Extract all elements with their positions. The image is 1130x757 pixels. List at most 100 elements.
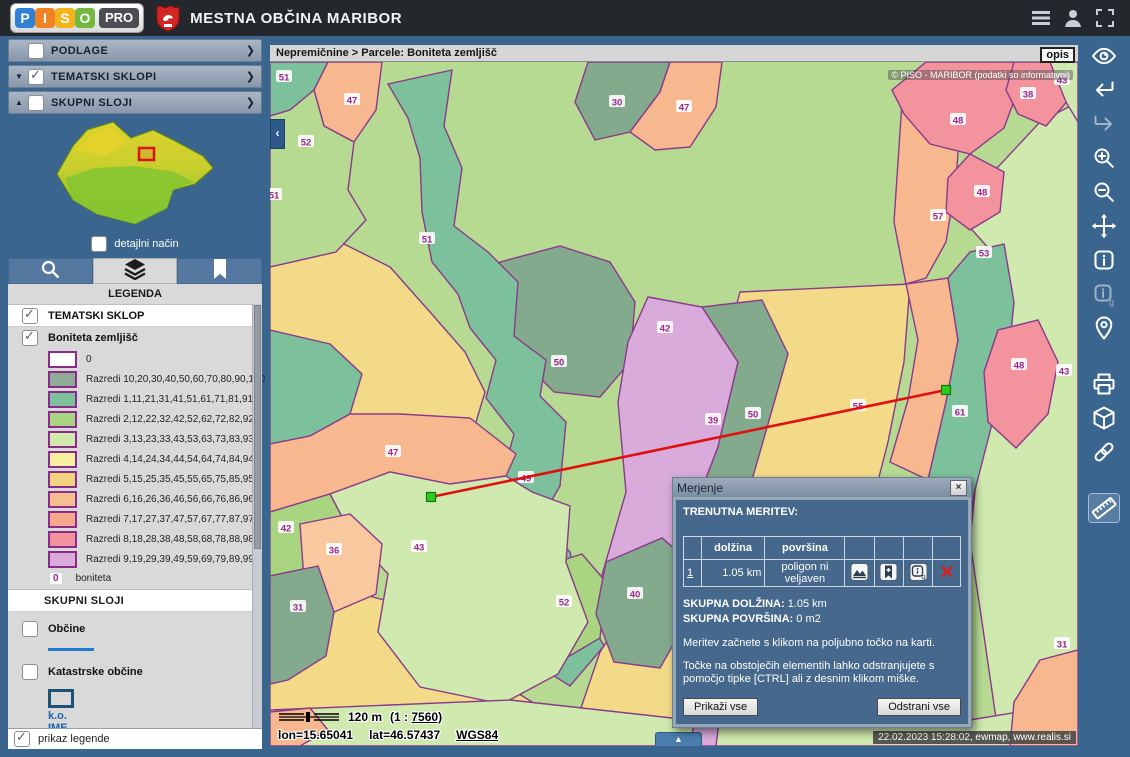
back-icon[interactable] bbox=[1089, 76, 1119, 104]
accordion-checkbox[interactable] bbox=[28, 43, 44, 59]
measure-hint-2: Točke na obstoječih elementih lahko odst… bbox=[683, 660, 961, 686]
shared-layer-checkbox[interactable] bbox=[22, 621, 38, 637]
search-tab[interactable] bbox=[8, 258, 93, 284]
close-icon[interactable]: × bbox=[950, 480, 967, 496]
legend-item-label: Razredi 10,20,30,40,50,60,70,80,90,100 bbox=[86, 374, 265, 385]
pan-icon[interactable] bbox=[1089, 212, 1119, 240]
scale-ratio-link[interactable]: 7560 bbox=[411, 710, 438, 724]
parcel-label: 31 bbox=[290, 600, 306, 614]
breadcrumb: Nepremičnine > Parcele: Boniteta zemljiš… bbox=[270, 45, 1078, 62]
scale-ratio: (1 : 7560) bbox=[390, 710, 442, 724]
svg-text:48: 48 bbox=[977, 188, 988, 199]
profile-icon[interactable] bbox=[845, 560, 874, 587]
svg-text:50: 50 bbox=[748, 410, 759, 421]
measure-col-header: dolžina bbox=[701, 537, 765, 560]
legend-item: Razredi 5,15,25,35,45,55,65,75,85,95 bbox=[8, 469, 262, 489]
legend-title: LEGENDA bbox=[8, 284, 262, 305]
legend-item-label: Razredi 6,16,26,36,46,56,66,76,86,96 bbox=[86, 494, 254, 505]
legend-scrollbar[interactable] bbox=[252, 304, 262, 736]
chevron-right-icon: ❯ bbox=[246, 44, 255, 57]
datum-link[interactable]: WGS84 bbox=[456, 728, 498, 742]
app-title: MESTNA OBČINA MARIBOR bbox=[190, 10, 402, 27]
overview-map[interactable] bbox=[35, 116, 235, 234]
piso-pro-badge: PRO bbox=[99, 8, 139, 28]
print-icon[interactable] bbox=[1089, 370, 1119, 398]
parcel-label: 61 bbox=[952, 405, 968, 419]
scale-bar: 120 m (1 : 7560) bbox=[278, 710, 442, 724]
shared-layer-row[interactable]: Občine bbox=[8, 618, 262, 640]
measure-icon[interactable] bbox=[1089, 494, 1119, 522]
scale-ruler-icon bbox=[278, 712, 340, 722]
identify-icon[interactable] bbox=[1089, 246, 1119, 274]
svg-text:61: 61 bbox=[955, 408, 966, 419]
show-legend-checkbox[interactable] bbox=[14, 731, 30, 747]
menu-icon[interactable] bbox=[1030, 7, 1052, 29]
thematic-group-checkbox[interactable] bbox=[22, 308, 38, 324]
zoom-in-icon[interactable] bbox=[1089, 144, 1119, 172]
legend-scrollbar-thumb[interactable] bbox=[254, 305, 261, 549]
boniteta-symbol-row: 0 boniteta bbox=[8, 569, 262, 587]
legend-item-label: Razredi 5,15,25,35,45,55,65,75,85,95 bbox=[86, 474, 254, 485]
user-icon[interactable] bbox=[1062, 7, 1084, 29]
svg-text:30: 30 bbox=[612, 98, 623, 109]
legend-group-row[interactable]: TEMATSKI SKLOP bbox=[8, 305, 262, 327]
svg-text:48: 48 bbox=[1014, 361, 1025, 372]
delete-icon[interactable] bbox=[933, 560, 961, 587]
svg-text:57: 57 bbox=[933, 212, 944, 223]
legend-toggle-row[interactable]: prikaz legende bbox=[8, 728, 262, 749]
cube-icon[interactable] bbox=[1089, 404, 1119, 432]
svg-text:48: 48 bbox=[953, 116, 964, 127]
remove-all-button[interactable]: Odstrani vse bbox=[877, 698, 961, 716]
measure-col-header: površina bbox=[765, 537, 845, 560]
measure-row-link[interactable]: 1 bbox=[687, 567, 693, 579]
legend-layer-row[interactable]: Boniteta zemljišč bbox=[8, 327, 262, 349]
svg-text:g: g bbox=[921, 572, 925, 581]
legend-panel: LEGENDA TEMATSKI SKLOP Boniteta zemljišč… bbox=[8, 284, 262, 736]
legend-item-label: Razredi 4,14,24,34,44,54,64,74,84,94 bbox=[86, 454, 254, 465]
measurement-vertex[interactable] bbox=[942, 386, 951, 395]
svg-text:47: 47 bbox=[679, 103, 690, 114]
zoom-out-icon[interactable] bbox=[1089, 178, 1119, 206]
svg-text:39: 39 bbox=[708, 416, 719, 427]
boniteta-layer-checkbox[interactable] bbox=[22, 330, 38, 346]
link-icon[interactable] bbox=[1089, 438, 1119, 466]
accordion-tematski-sklopi[interactable]: ▼TEMATSKI SKLOPI❯ bbox=[8, 65, 262, 88]
bookmark-tab[interactable] bbox=[177, 258, 262, 284]
svg-text:g: g bbox=[1109, 297, 1114, 307]
accordion-checkbox[interactable] bbox=[28, 95, 44, 111]
eye-icon[interactable] bbox=[1089, 42, 1119, 70]
locate-icon[interactable] bbox=[1089, 314, 1119, 342]
forward-icon bbox=[1089, 110, 1119, 138]
accordion-skupni-sloji[interactable]: ▲SKUPNI SLOJI❯ bbox=[8, 91, 262, 114]
shared-layers-header: SKUPNI SLOJI bbox=[8, 589, 262, 612]
bottom-panel-button[interactable]: ▲ bbox=[655, 732, 702, 746]
legend-item-label: Razredi 8,18,28,38,48,58,68,78,88,98 bbox=[86, 534, 254, 545]
sidebar-collapse-button[interactable]: ‹ bbox=[270, 119, 285, 149]
legend-item: Razredi 9,19,29,39,49,59,69,79,89,99 bbox=[8, 549, 262, 569]
identify-group-icon: g bbox=[1089, 280, 1119, 308]
legend-swatch bbox=[48, 431, 77, 448]
measurement-vertex[interactable] bbox=[427, 493, 436, 502]
parcel-label: 31 bbox=[1054, 637, 1070, 651]
layers-tab[interactable] bbox=[93, 258, 178, 284]
show-all-button[interactable]: Prikaži vse bbox=[683, 698, 758, 716]
shared-layer-label: Občine bbox=[48, 623, 85, 635]
map-viewport[interactable]: 5147525130474338484857535142503950556148… bbox=[270, 62, 1078, 746]
shared-layer-checkbox[interactable] bbox=[22, 664, 38, 680]
boniteta-chip-label: boniteta bbox=[76, 573, 112, 584]
measure-dialog-titlebar[interactable]: Merjenje × bbox=[673, 478, 971, 497]
fullscreen-icon[interactable] bbox=[1094, 7, 1116, 29]
piso-logo[interactable]: PISO PRO bbox=[10, 3, 144, 33]
shared-layer-row[interactable]: Katastrske občine bbox=[8, 661, 262, 683]
svg-text:38: 38 bbox=[1023, 90, 1034, 101]
overview-extent-box[interactable] bbox=[139, 148, 154, 160]
opis-button[interactable]: opis bbox=[1040, 47, 1075, 63]
info-group-icon[interactable]: g bbox=[903, 560, 932, 587]
layers-icon bbox=[123, 258, 147, 285]
detail-mode-checkbox[interactable] bbox=[91, 236, 107, 252]
accordion-checkbox[interactable] bbox=[28, 69, 44, 85]
measure-col-header bbox=[874, 537, 903, 560]
accordion-podlage[interactable]: PODLAGE❯ bbox=[8, 39, 262, 62]
bookmark-add-icon[interactable] bbox=[874, 560, 903, 587]
current-measure-heading: TRENUTNA MERITEV: bbox=[683, 506, 961, 518]
